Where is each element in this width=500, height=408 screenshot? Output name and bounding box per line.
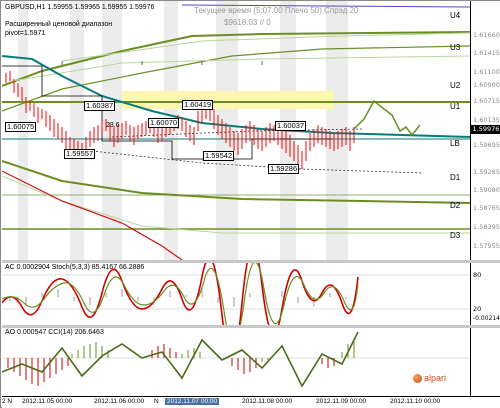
price-tick: 1.61100 <box>473 68 500 76</box>
price-label: 1.59286 <box>268 164 300 174</box>
candles <box>5 71 355 169</box>
time-label: 2 N <box>2 398 13 405</box>
price-tick: 1.58395 <box>473 223 500 231</box>
time-axis[interactable]: 2 N 2012.11.05 00:00 2012.11.06 00:00 N … <box>2 396 500 408</box>
alpari-logo-icon <box>413 373 422 383</box>
ac-min-value: -0.00214 <box>473 315 500 322</box>
price-tick: 1.60135 <box>473 116 500 124</box>
ao-cci-chart <box>2 331 470 388</box>
stoch-level-20: 20 <box>473 305 482 313</box>
price-label: 1.60070 <box>148 118 180 128</box>
level-u4: U4 <box>450 11 461 20</box>
time-label: 2012.11.08 00:00 <box>242 398 293 405</box>
level-d1: D1 <box>450 173 461 182</box>
level-d2: D2 <box>450 201 461 210</box>
price-tick: 1.59695 <box>473 141 500 149</box>
pivot-label: pivot=1.5971 <box>5 30 46 37</box>
ac-stoch-chart <box>2 263 470 325</box>
price-tick: 1.60715 <box>473 97 500 105</box>
level-lb: LB <box>450 139 460 148</box>
level-u1: U1 <box>450 102 461 111</box>
level-d3: D3 <box>450 231 461 240</box>
price-pane[interactable]: GBPUSD,H1 1.59955 1.59965 1.59955 1.5997… <box>2 1 470 260</box>
price-tick: 1.59285 <box>473 168 500 176</box>
ac-stoch-header: AC 0.0002904 Stoch(5,3,3) 85.4167 66.288… <box>5 264 145 271</box>
balance-value: $9618.03 <box>224 18 258 27</box>
price-label: 1.59557 <box>64 149 96 159</box>
time-label: N <box>154 398 159 405</box>
time-label: 2012.11.10 00:00 <box>390 398 441 405</box>
price-tick: 1.57955 <box>473 242 500 250</box>
time-label: 2012.11.05 00:00 <box>22 398 73 405</box>
indicator-name: Расширенный ценовой диапазон <box>5 21 113 28</box>
current-price-box: 1.59976 <box>471 125 500 134</box>
ao-cci-scale[interactable] <box>470 328 500 396</box>
time-label-selected[interactable]: 2012.11.07 00:00 <box>165 398 220 405</box>
time-label: 2012.11.06 00:00 <box>94 398 145 405</box>
price-label: 1.59542 <box>203 151 235 161</box>
time-label: 2012.11.09 00:00 <box>316 398 367 405</box>
level-u2: U2 <box>450 81 461 90</box>
ac-stoch-scale[interactable]: 80 20 -0.00214 <box>470 263 500 325</box>
resistance-zone <box>122 91 334 109</box>
ac-stoch-pane[interactable]: AC 0.0002904 Stoch(5,3,3) 85.4167 66.288… <box>2 263 470 325</box>
time-overlay: Текущее время (5:07.00 Плечо 50) Спрэд 2… <box>194 6 359 15</box>
price-label: 1.60419 <box>182 100 214 110</box>
alpari-brand: alpari <box>424 373 447 383</box>
price-label: 1.60037 <box>275 121 307 131</box>
price-label: 1.60075 <box>5 122 37 132</box>
price-tick: 1.61660 <box>473 31 500 39</box>
price-label: 1.60387 <box>84 101 116 111</box>
ao-cci-pane[interactable]: AO 0.000547 CCI(14) 206.6463 alpari <box>2 328 470 396</box>
price-tick: 1.58765 <box>473 204 500 212</box>
price-tick: 1.59080 <box>473 186 500 194</box>
price-tick: 1.60900 <box>473 81 500 89</box>
stoch-level-80: 80 <box>473 271 482 279</box>
price-tick: 1.61415 <box>473 49 500 57</box>
balance-overlay: $9618.03 // 0 <box>224 18 271 27</box>
fib-annotation: 23.6 <box>106 122 120 129</box>
symbol-header: GBPUSD,H1 1.59955 1.59965 1.59955 1.5997… <box>5 4 155 11</box>
chart-window: GBPUSD,H1 1.59955 1.59965 1.59955 1.5997… <box>0 0 500 408</box>
ao-cci-header: AO 0.000547 CCI(14) 206.6463 <box>5 329 104 336</box>
alpari-logo: alpari <box>413 373 446 383</box>
level-u3: U3 <box>450 43 461 52</box>
balance-suffix: // 0 <box>259 18 271 27</box>
price-chart <box>2 1 470 260</box>
